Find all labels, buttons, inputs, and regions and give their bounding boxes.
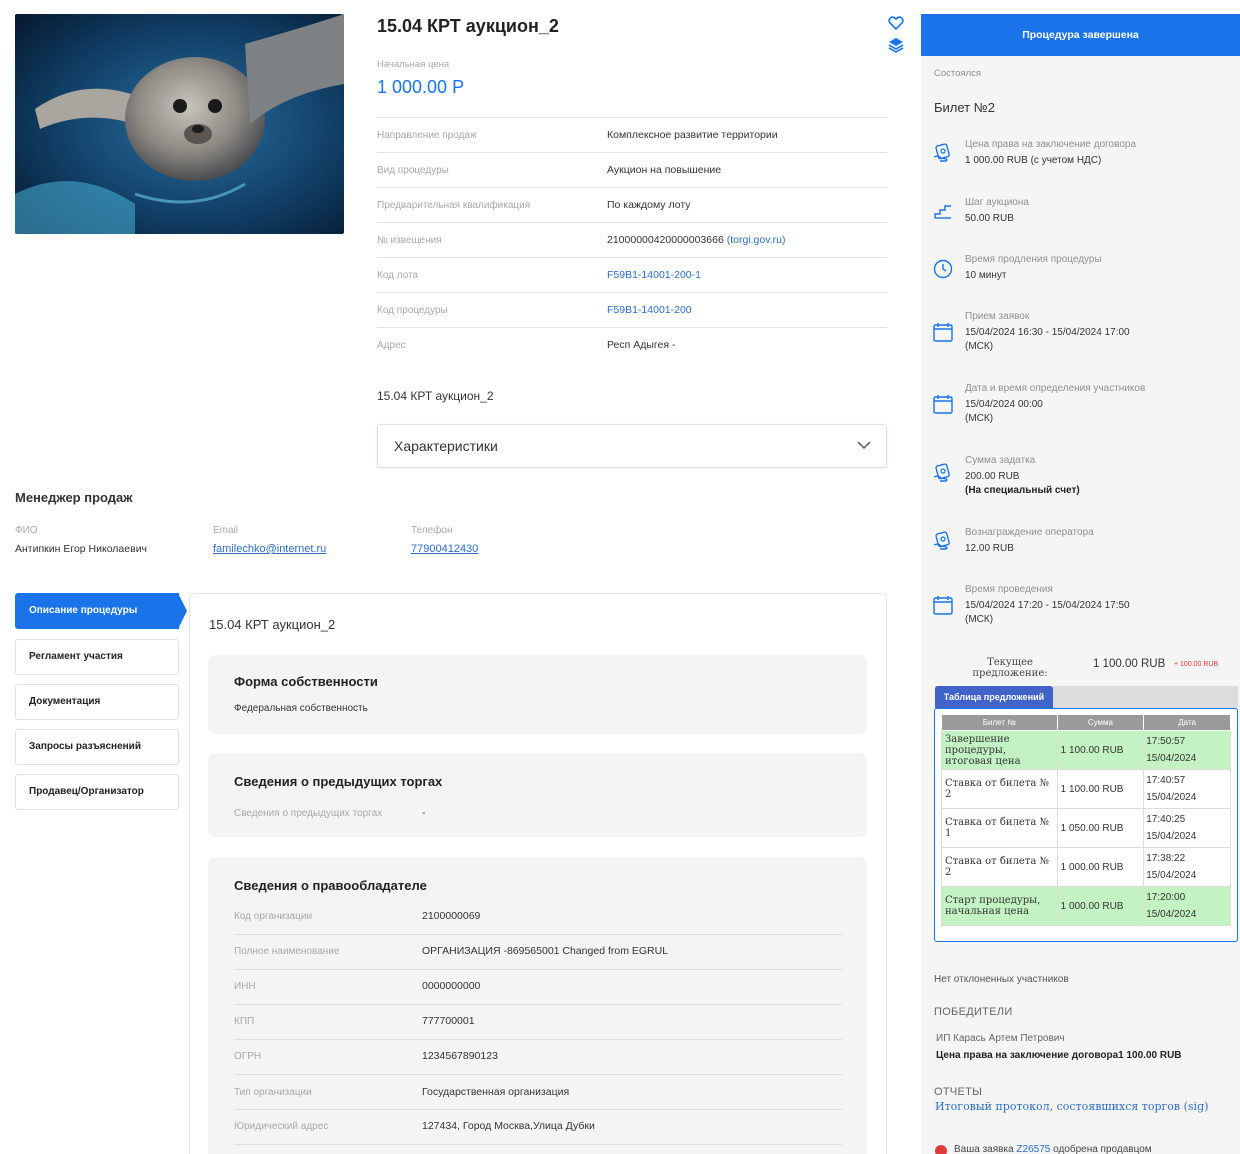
bids-header-ticket: Билет № [941, 714, 1058, 731]
layers-icon[interactable] [887, 36, 905, 54]
calendar-icon [932, 321, 954, 343]
application-link[interactable]: Z26575 [1016, 1144, 1050, 1154]
detail-row-notice-number: № извещения 21000000420000003666 (torgi.… [377, 234, 786, 246]
application-notice: Ваша заявка Z26575 одобрена продавцом [935, 1144, 1235, 1154]
active-tab-arrow [178, 593, 187, 629]
calendar-icon [932, 594, 954, 616]
tab-clarification-requests[interactable]: Запросы разъяснений [15, 729, 179, 765]
ownership-value: Федеральная собственность [234, 703, 368, 714]
previous-auctions-label: Сведения о предыдущих торгах [234, 808, 383, 819]
no-rejected-text: Нет отклоненных участников [934, 974, 1069, 985]
lot-subtitle: 15.04 КРТ аукцион_2 [377, 389, 494, 403]
manager-email-label: Email [213, 525, 239, 536]
table-row: Ставка от билета № 2 1 000.00 RUB 17:38:… [941, 847, 1231, 887]
lot-title: 15.04 КРТ аукцион_2 [377, 16, 559, 36]
detail-row-procedure-type: Вид процедуры Аукцион на повышение [377, 164, 722, 176]
tab-bids-table[interactable]: Таблица предложений [935, 686, 1053, 708]
table-row: Ставка от билета № 2 1 100.00 RUB 17:40:… [941, 769, 1231, 809]
bids-table: Билет № Сумма Дата Завершение процедуры,… [941, 714, 1231, 926]
chevron-down-icon [856, 439, 872, 454]
description-title: 15.04 КРТ аукцион_2 [209, 617, 336, 632]
manager-heading: Менеджер продаж [15, 490, 133, 505]
ownership-card: Форма собственности Федеральная собствен… [208, 655, 867, 734]
start-price-label: Начальная цена [377, 59, 450, 70]
ownership-title: Форма собственности [234, 674, 378, 689]
stairs-step-icon [932, 201, 954, 223]
table-row: Ставка от билета № 1 1 050.00 RUB 17:40:… [941, 808, 1231, 848]
current-offer-label: Текущее предложение: [972, 657, 1048, 679]
winner-name: ИП Карась Артем Петрович [936, 1033, 1065, 1044]
bids-header-row: Билет № Сумма Дата [941, 714, 1231, 731]
procedure-state: Состоялся [934, 68, 982, 79]
current-offer-delta: + 100.00 RUB [1174, 661, 1219, 668]
current-offer-value: 1 100.00 RUB [1093, 658, 1166, 670]
manager-phone-link[interactable]: 77900412430 [411, 543, 478, 555]
tab-participation-rules[interactable]: Регламент участия [15, 639, 179, 675]
money-hand-icon [932, 463, 954, 485]
manager-phone-label: Телефон [411, 525, 453, 536]
procedure-status-banner: Процедура завершена [921, 14, 1240, 56]
table-row: Завершение процедуры, итоговая цена 1 10… [941, 730, 1231, 770]
detail-row-qualification: Предварительная квалификация По каждому … [377, 199, 691, 211]
rights-holder-title: Сведения о правообладателе [234, 878, 427, 893]
detail-row-lot-code: Код лота F59B1-14001-200-1 [377, 269, 701, 281]
winners-heading: ПОБЕДИТЕЛИ [934, 1006, 1013, 1018]
bids-header-date: Дата [1143, 714, 1231, 731]
lot-code-link[interactable]: F59B1-14001-200-1 [607, 269, 701, 281]
detail-row-address: Адрес Респ Адыгея - [377, 339, 676, 351]
detail-row-direction: Направление продаж Комплексное развитие … [377, 129, 778, 141]
bids-header-sum: Сумма [1056, 714, 1145, 731]
tab-procedure-description[interactable]: Описание процедуры [15, 593, 179, 629]
characteristics-label: Характеристики [394, 438, 498, 454]
alert-dot-icon [935, 1145, 947, 1154]
final-protocol-link[interactable]: Итоговый протокол, состоявшихся торгов (… [935, 1100, 1208, 1113]
winner-price: Цена права на заключение договора1 100.0… [936, 1050, 1182, 1061]
torgi-link[interactable]: (torgi.gov.ru) [727, 234, 786, 246]
money-hand-icon [932, 143, 954, 165]
money-hand-icon [932, 531, 954, 553]
tab-documentation[interactable]: Документация [15, 684, 179, 720]
previous-auctions-card: Сведения о предыдущих торгах Сведения о … [208, 753, 867, 837]
previous-auctions-title: Сведения о предыдущих торгах [234, 774, 443, 789]
notice-number: 21000000420000003666 [607, 234, 724, 246]
characteristics-accordion[interactable]: Характеристики [377, 424, 887, 468]
table-row: Старт процедуры, начальная цена 1 000.00… [941, 886, 1231, 926]
clock-icon [932, 258, 954, 280]
lot-photo[interactable] [15, 14, 344, 234]
procedure-code-link[interactable]: F59B1-14001-200 [607, 304, 692, 316]
manager-email-link[interactable]: familechko@internet.ru [213, 543, 326, 555]
reports-heading: ОТЧЕТЫ [934, 1086, 983, 1098]
calendar-icon [932, 393, 954, 415]
favorite-heart-icon[interactable] [887, 14, 905, 32]
tab-seller-organizer[interactable]: Продавец/Организатор [15, 774, 179, 810]
previous-auctions-value: - [422, 807, 426, 819]
manager-name-label: ФИО [15, 525, 38, 536]
detail-row-procedure-code: Код процедуры F59B1-14001-200 [377, 304, 692, 316]
ticket-number: Билет №2 [934, 100, 995, 115]
manager-name: Антипкин Егор Николаевич [15, 543, 148, 555]
start-price-value: 1 000.00 Р [377, 77, 465, 97]
